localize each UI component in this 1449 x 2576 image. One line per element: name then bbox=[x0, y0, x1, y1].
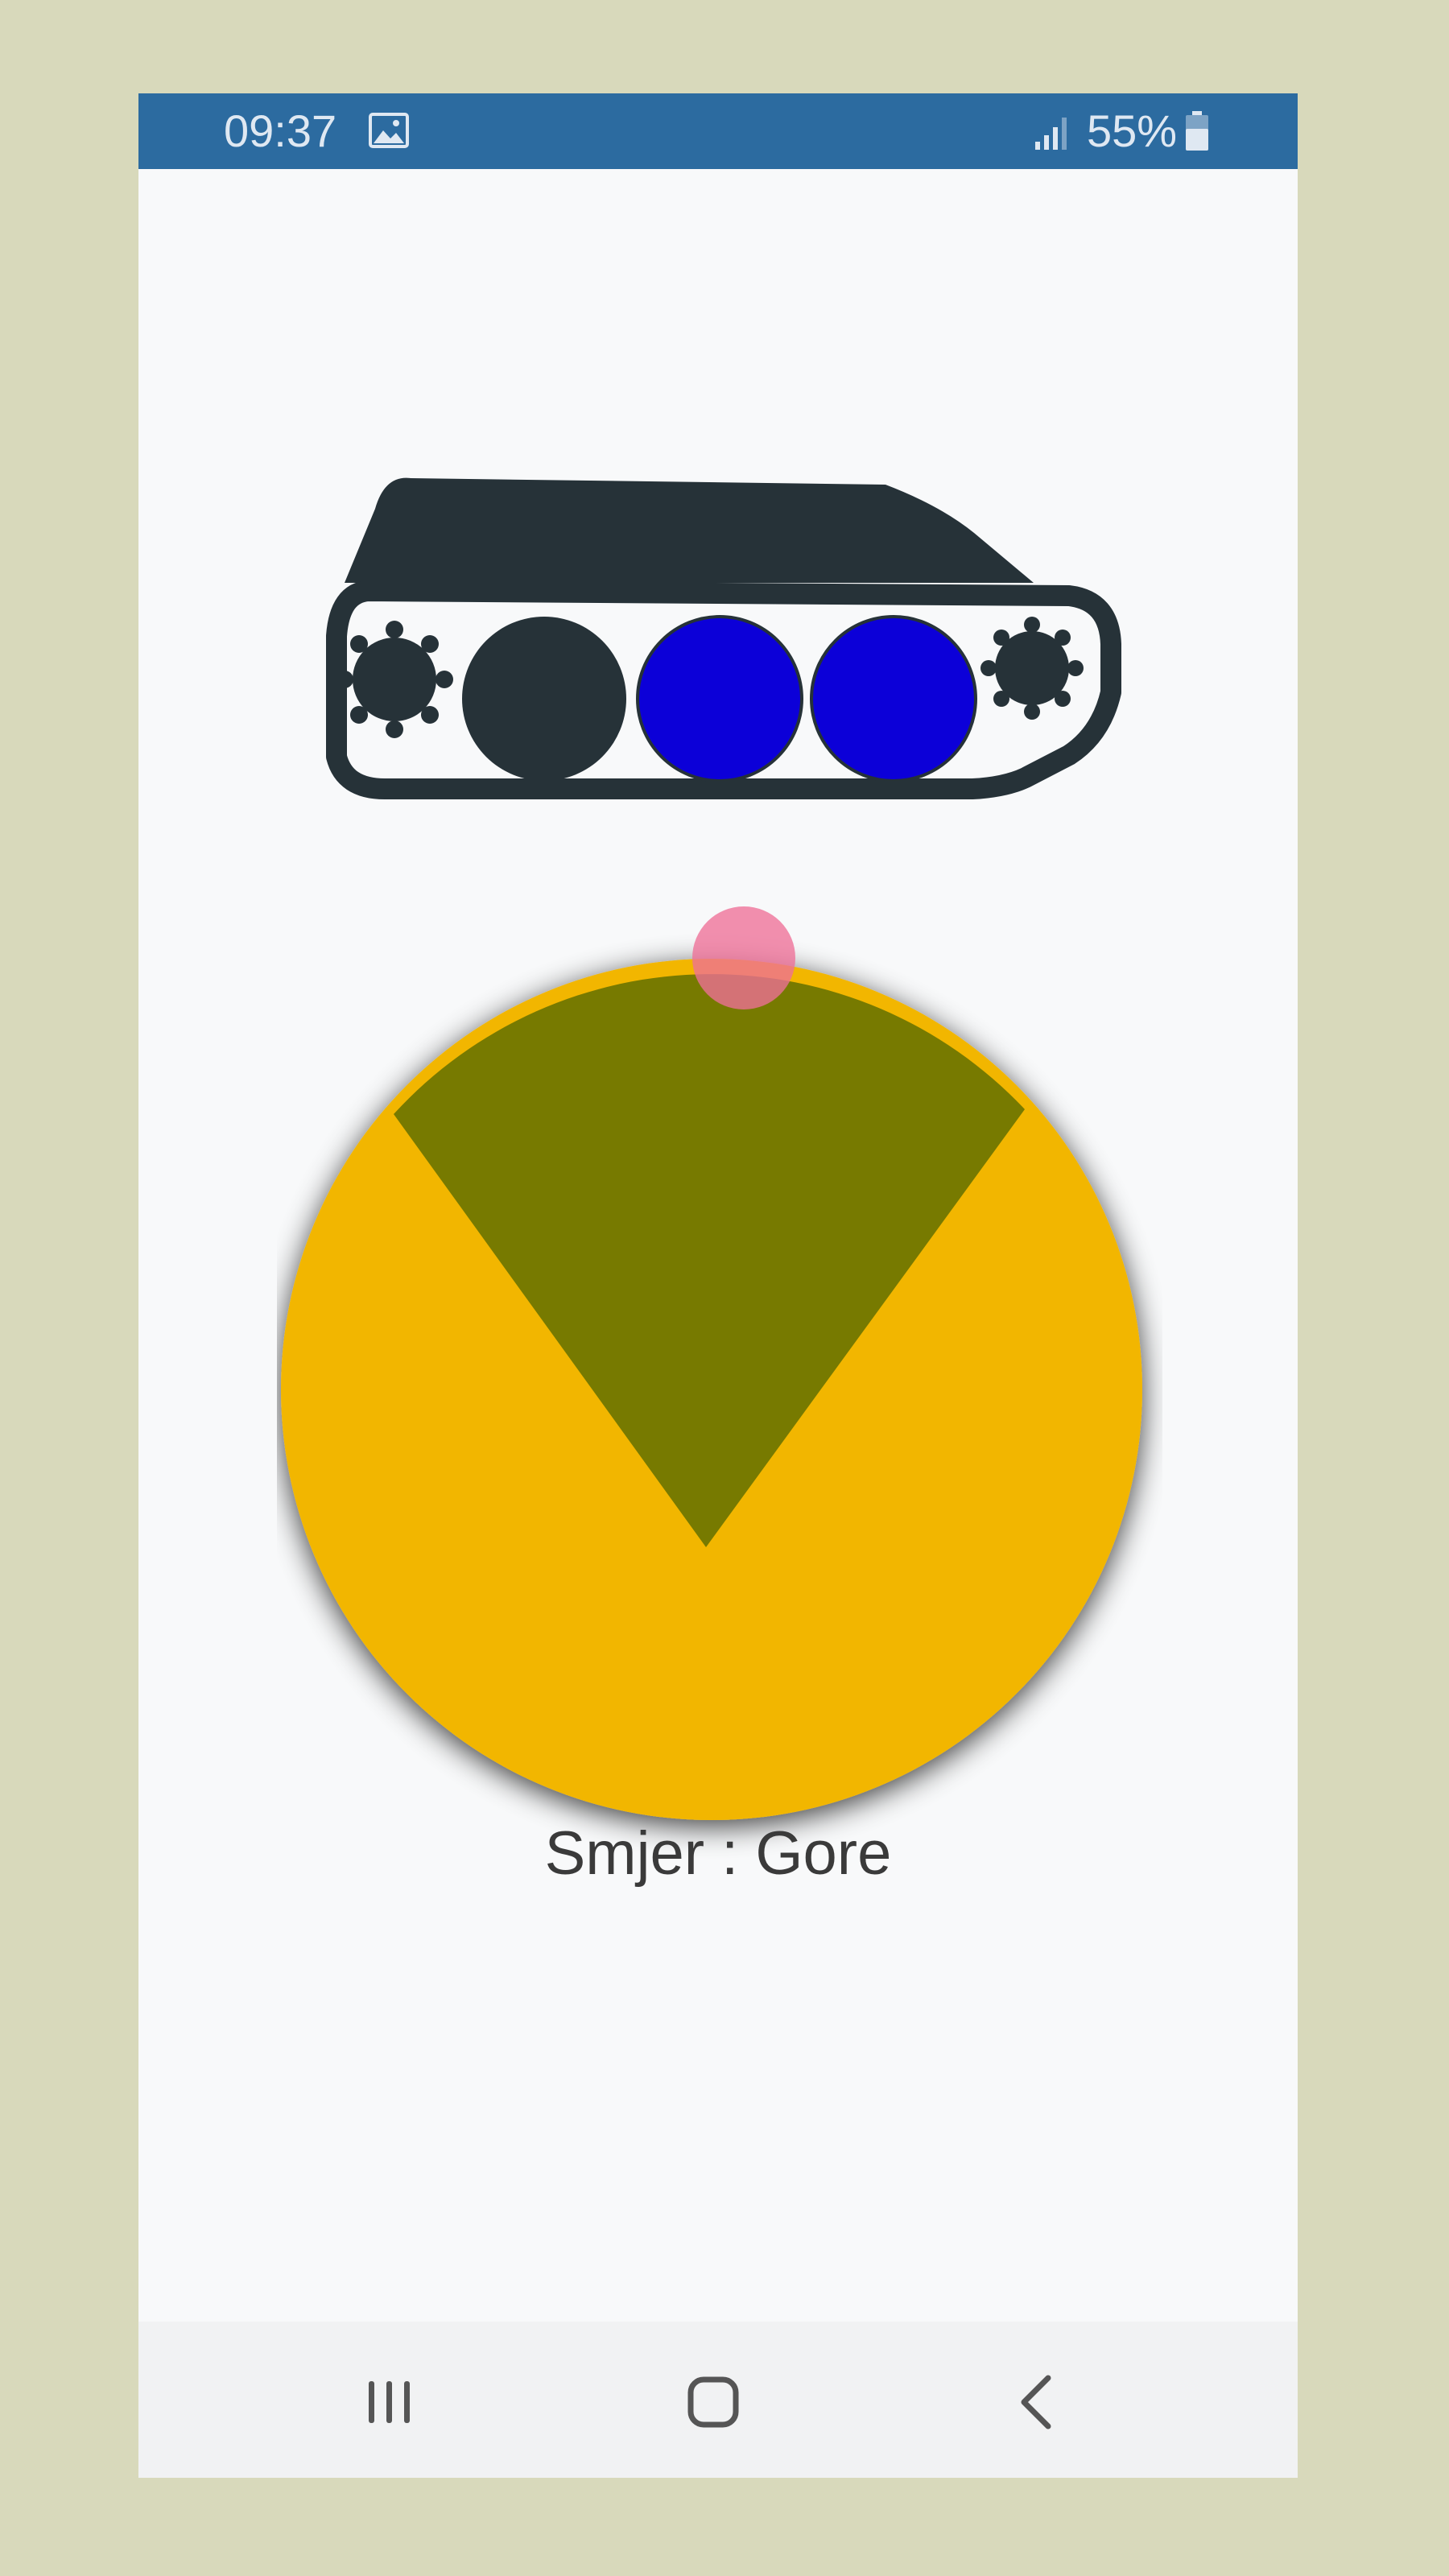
home-icon[interactable] bbox=[673, 2362, 753, 2442]
direction-joystick[interactable] bbox=[277, 810, 1162, 1889]
tank-icon bbox=[326, 477, 1121, 799]
tank-sprocket-left bbox=[336, 621, 453, 738]
tank-hull bbox=[345, 477, 1034, 583]
joystick-knob[interactable] bbox=[692, 906, 795, 1009]
direction-label: Smjer : Gore bbox=[544, 1819, 892, 1888]
navigation-bar bbox=[138, 2322, 1298, 2478]
back-icon[interactable] bbox=[997, 2362, 1077, 2442]
status-bar: 09:37 55% bbox=[138, 93, 1298, 169]
battery-percentage: 55% bbox=[1087, 105, 1178, 156]
gallery-icon bbox=[369, 113, 409, 148]
tank-wheel-3 bbox=[810, 615, 977, 782]
phone-screen: 09:37 55% Smjer: Gore bbox=[138, 93, 1298, 2478]
signal-icon bbox=[1035, 118, 1067, 150]
tank-wheel-2 bbox=[636, 615, 803, 782]
recent-apps-icon[interactable] bbox=[349, 2362, 430, 2442]
battery-icon bbox=[1186, 111, 1208, 151]
status-time: 09:37 bbox=[224, 105, 337, 156]
tank-wheel-1 bbox=[462, 617, 626, 781]
tank-sprocket-right bbox=[980, 617, 1084, 720]
